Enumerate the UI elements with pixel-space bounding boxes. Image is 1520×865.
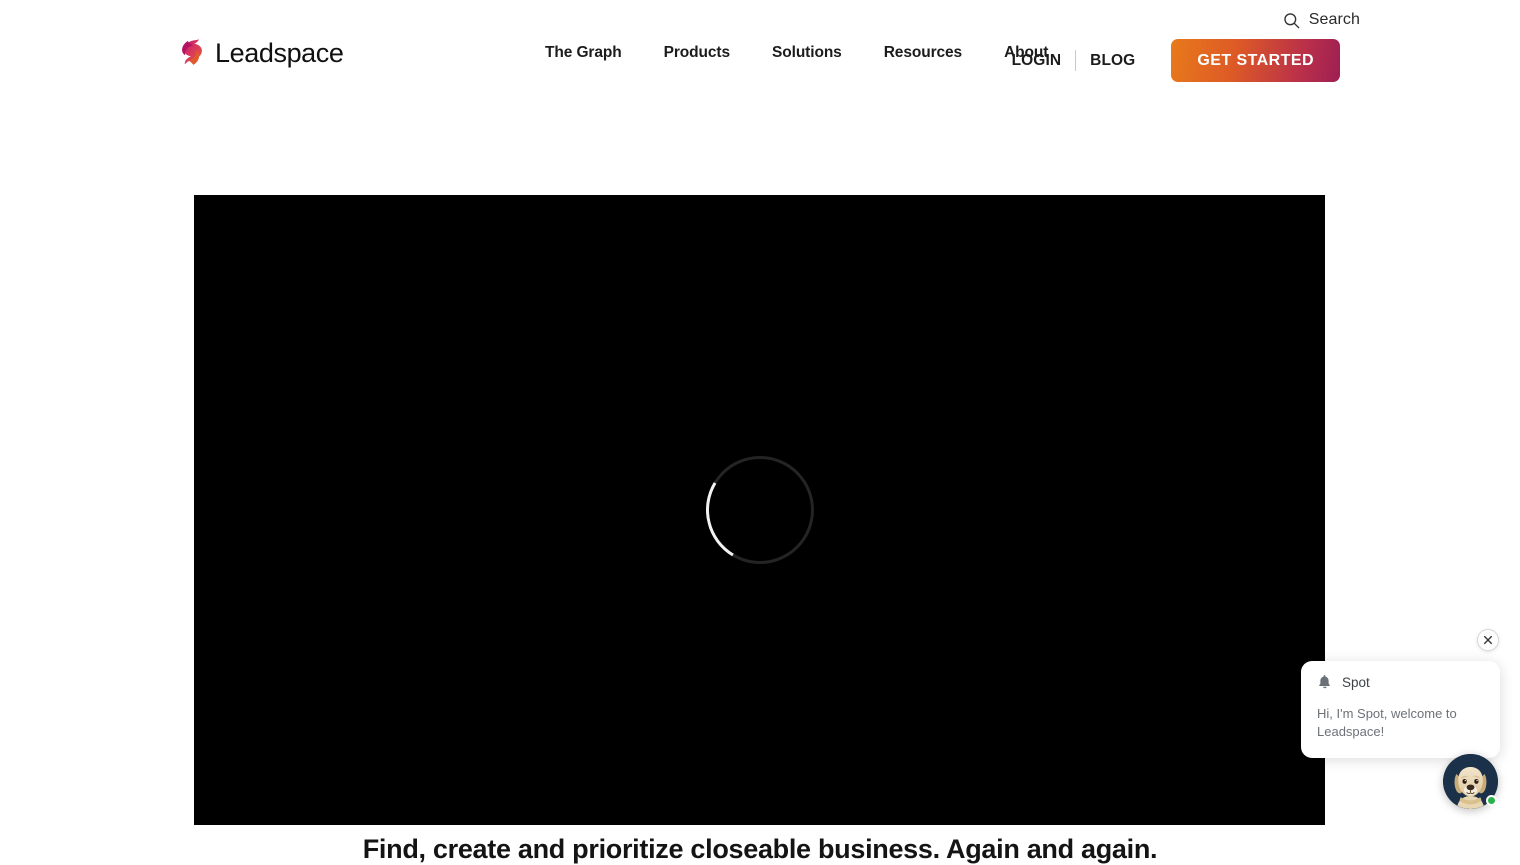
loading-spinner-icon [694,444,825,576]
chat-bot-name: Spot [1342,674,1370,690]
nav-item-products[interactable]: Products [643,44,751,62]
hero-headline: Find, create and prioritize closeable bu… [362,834,1158,864]
chat-greeting-bubble[interactable]: Spot Hi, I'm Spot, welcome to Leadspace! [1301,661,1500,758]
main-nav: The Graph Products Solutions Resources A… [545,44,1069,62]
chat-close-button[interactable] [1477,629,1499,651]
spinner-arc [694,444,825,576]
utility-bar: Search [0,0,1520,40]
brand-name: Leadspace [215,37,344,68]
search-trigger[interactable]: Search [1283,11,1360,29]
chat-online-status-dot [1486,795,1497,806]
nav-item-solutions[interactable]: Solutions [751,44,863,62]
search-icon [1283,12,1300,29]
blog-link[interactable]: BLOG [1076,52,1149,70]
nav-item-resources[interactable]: Resources [863,44,983,62]
hero-video-player[interactable] [194,195,1325,825]
header-actions: LOGIN BLOG GET STARTED [998,39,1340,82]
chat-bubble-header: Spot [1317,674,1484,690]
nav-item-the-graph[interactable]: The Graph [545,44,643,62]
brand-logo[interactable]: Leadspace [178,38,344,68]
site-header: Leadspace The Graph Products Solutions R… [0,38,1520,96]
leadspace-logo-mark-icon [178,38,204,68]
get-started-button[interactable]: GET STARTED [1171,39,1340,82]
chat-greeting-message: Hi, I'm Spot, welcome to Leadspace! [1317,706,1457,739]
login-link[interactable]: LOGIN [998,52,1076,70]
close-icon [1483,635,1493,645]
search-label: Search [1308,11,1360,28]
bell-icon [1317,674,1332,690]
